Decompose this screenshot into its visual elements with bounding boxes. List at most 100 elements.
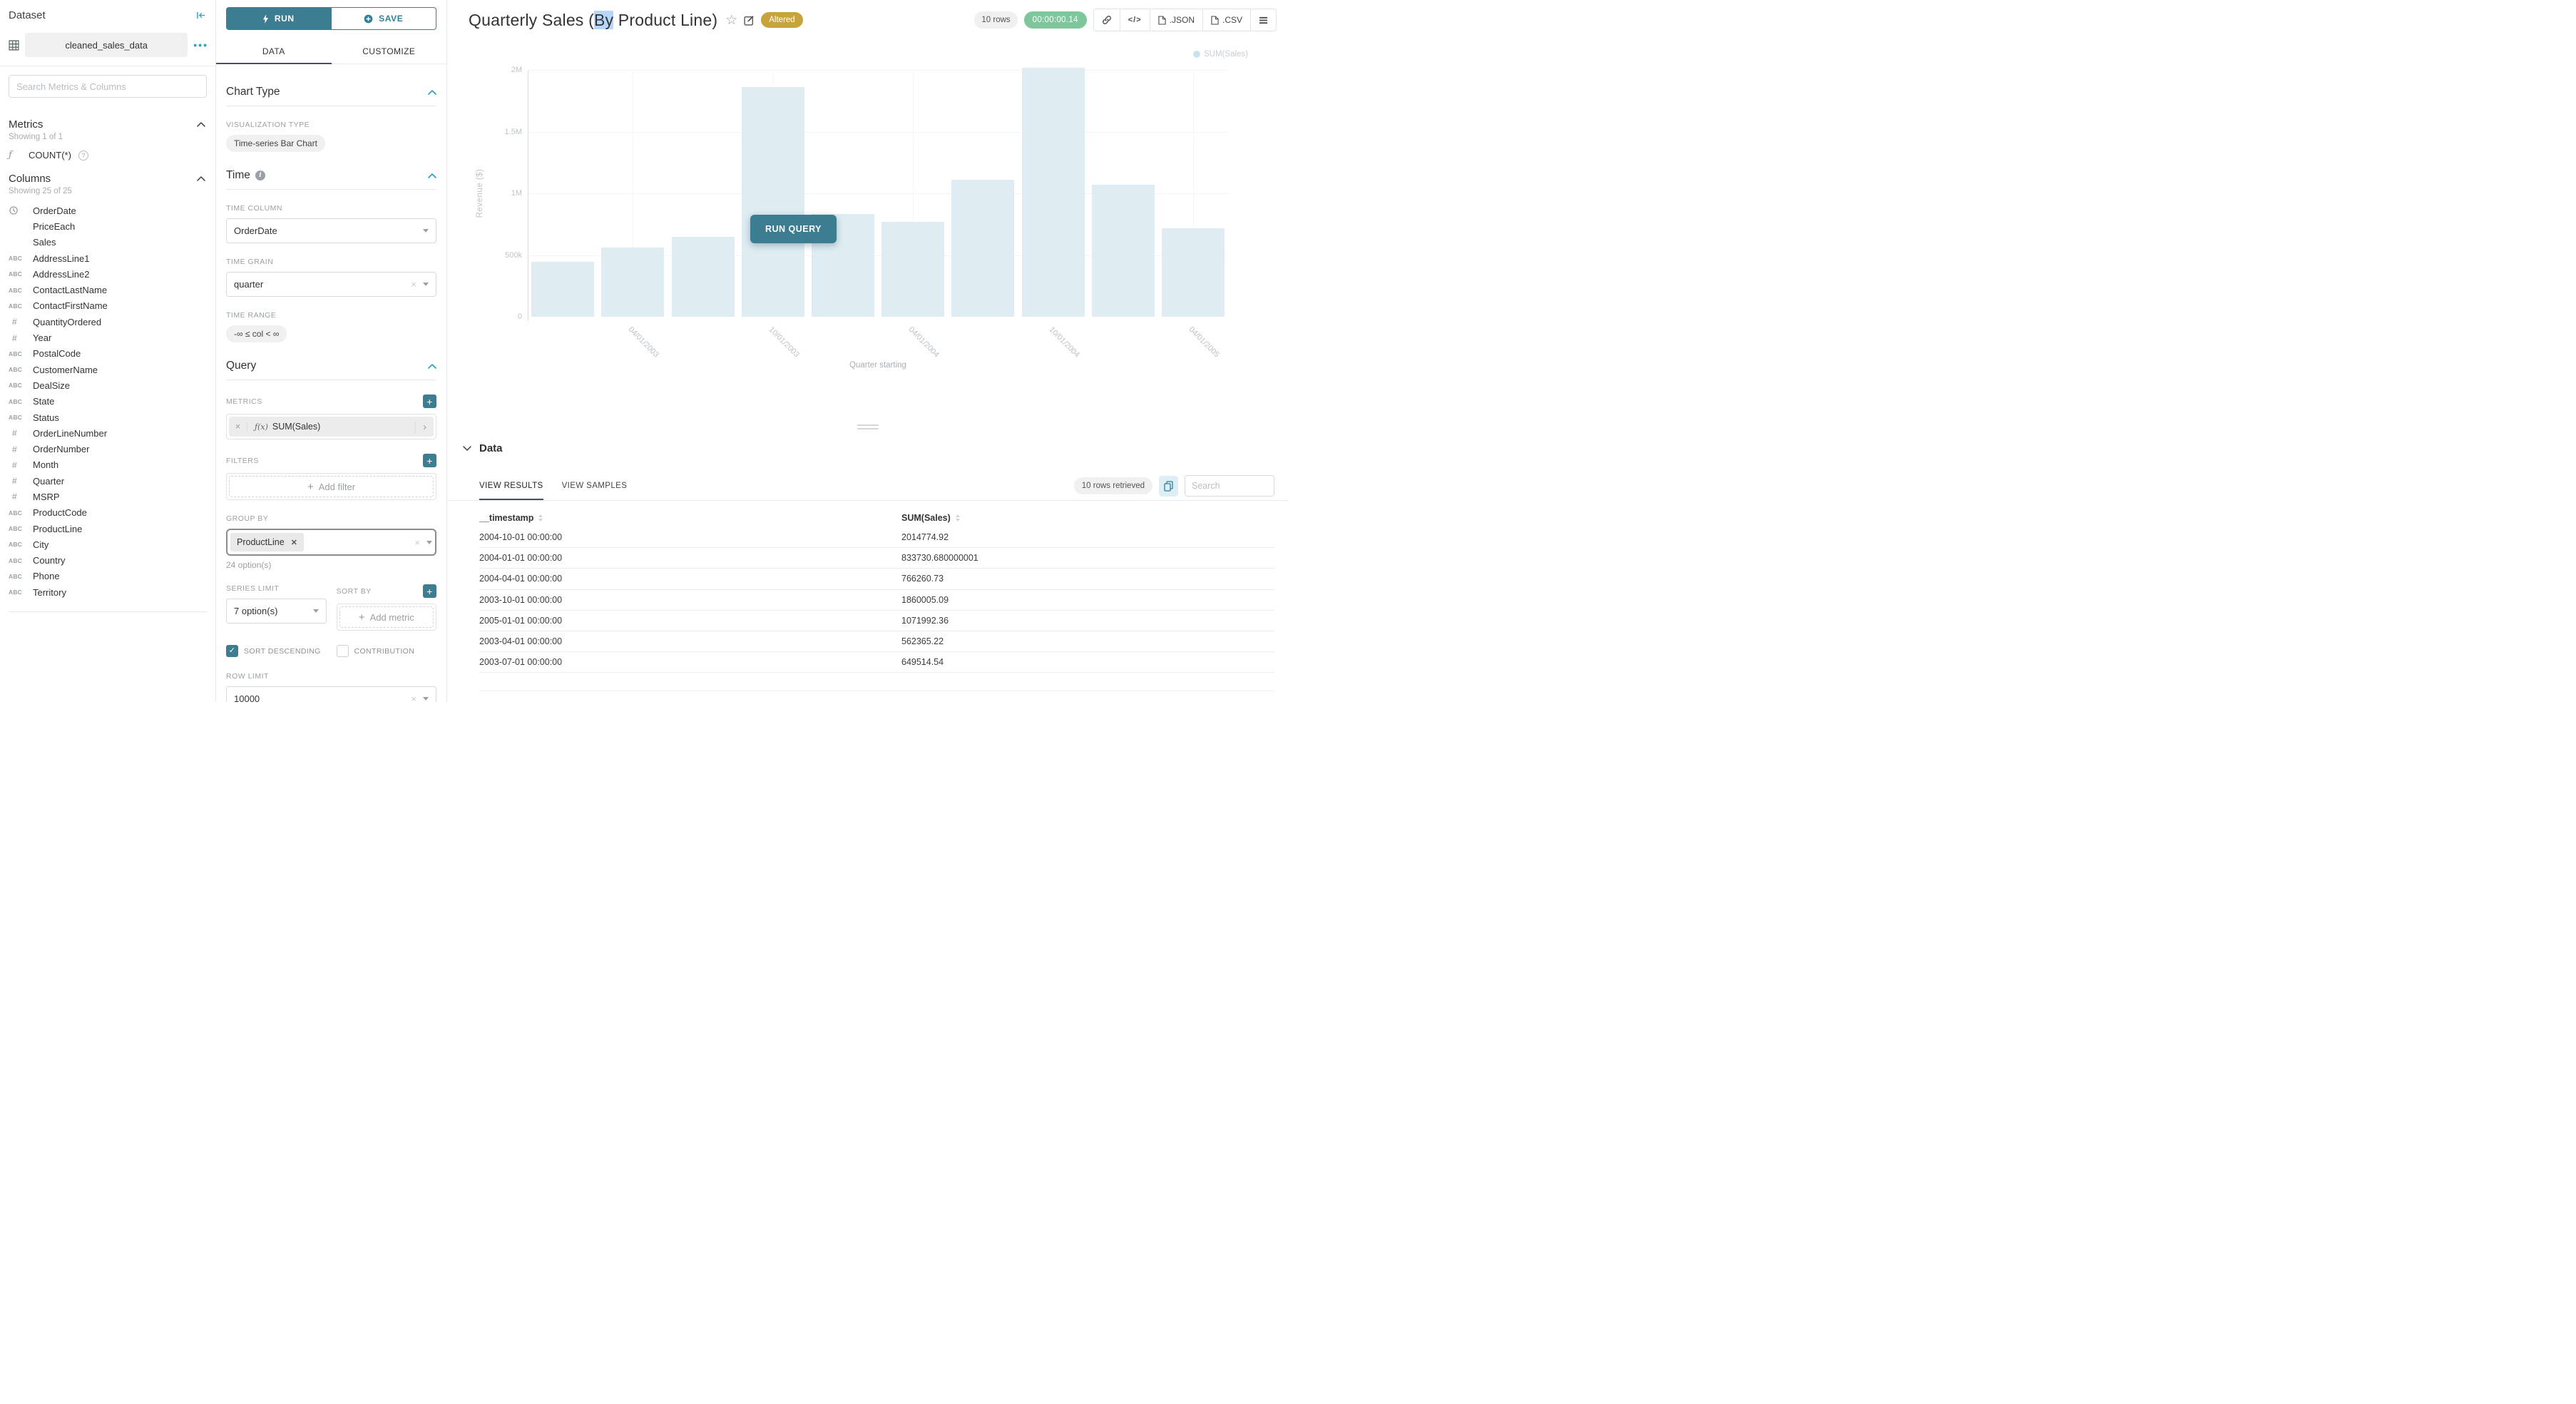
column-item[interactable]: ABCAddressLine1 bbox=[0, 250, 215, 266]
column-item[interactable]: ABCStatus bbox=[0, 410, 215, 425]
chevron-up-icon[interactable] bbox=[428, 364, 436, 369]
data-search-input[interactable] bbox=[1185, 475, 1274, 497]
dataset-selector[interactable]: cleaned_sales_data bbox=[25, 33, 188, 57]
plus-icon: + bbox=[359, 611, 365, 624]
metric-pill[interactable]: × ƒ(x) SUM(Sales) › bbox=[229, 417, 434, 437]
text-type-icon: ABC bbox=[9, 366, 33, 373]
time-section-title: Time bbox=[226, 169, 250, 182]
column-item[interactable]: #OrderNumber bbox=[0, 441, 215, 457]
chart-legend[interactable]: SUM(Sales) bbox=[1193, 50, 1248, 58]
chevron-down-icon[interactable] bbox=[463, 446, 471, 451]
numeric-type-icon: # bbox=[9, 460, 33, 470]
column-item[interactable]: ABCAddressLine2 bbox=[0, 266, 215, 282]
chevron-up-icon[interactable] bbox=[428, 173, 436, 178]
sort-descending-checkbox[interactable]: ✓ SORT DESCENDING bbox=[226, 645, 327, 658]
column-item[interactable]: OrderDate bbox=[0, 203, 215, 218]
tab-customize[interactable]: CUSTOMIZE bbox=[332, 40, 447, 63]
text-type-icon: ABC bbox=[9, 302, 33, 310]
chevron-up-icon[interactable] bbox=[197, 122, 205, 127]
column-item[interactable]: ABCProductLine bbox=[0, 521, 215, 536]
altered-badge[interactable]: Altered bbox=[761, 12, 802, 28]
numeric-type-icon: # bbox=[9, 476, 33, 486]
clear-icon[interactable]: × bbox=[411, 279, 416, 290]
run-query-button[interactable]: RUN QUERY bbox=[750, 215, 837, 243]
column-item[interactable]: ABCCity bbox=[0, 536, 215, 552]
group-by-chip[interactable]: ProductLine ✕ bbox=[230, 533, 304, 551]
export-json-button[interactable]: .JSON bbox=[1150, 9, 1202, 31]
column-item[interactable]: ABCState bbox=[0, 394, 215, 410]
column-item[interactable]: #MSRP bbox=[0, 489, 215, 504]
table-grid-icon bbox=[9, 40, 19, 51]
column-item[interactable]: ABCPhone bbox=[0, 569, 215, 584]
column-item[interactable]: #Month bbox=[0, 457, 215, 473]
column-item[interactable]: ABCDealSize bbox=[0, 377, 215, 393]
run-button[interactable]: RUN bbox=[226, 7, 331, 30]
sort-by-container: + Add metric bbox=[337, 604, 437, 631]
edit-title-icon[interactable] bbox=[744, 15, 755, 26]
add-filter-button[interactable]: + bbox=[423, 454, 436, 467]
contribution-checkbox[interactable]: ✓ CONTRIBUTION bbox=[337, 645, 437, 658]
chevron-up-icon[interactable] bbox=[428, 90, 436, 95]
search-metrics-columns-input[interactable] bbox=[9, 75, 207, 98]
bar bbox=[1022, 68, 1085, 317]
bolt-icon bbox=[262, 14, 269, 24]
chart-menu-button[interactable] bbox=[1250, 9, 1276, 31]
visualization-type-value[interactable]: Time-series Bar Chart bbox=[226, 135, 325, 152]
dataset-menu-icon[interactable]: ••• bbox=[193, 39, 208, 51]
remove-metric-icon[interactable]: × bbox=[229, 422, 247, 432]
column-item[interactable]: ABCPostalCode bbox=[0, 346, 215, 362]
chart-title: Quarterly Sales (By Product Line) bbox=[469, 11, 717, 30]
tab-data[interactable]: DATA bbox=[216, 40, 332, 64]
tab-view-samples[interactable]: VIEW SAMPLES bbox=[562, 482, 628, 500]
table-row: 2003-10-01 00:00:001860005.09 bbox=[479, 590, 1274, 611]
chevron-up-icon[interactable] bbox=[197, 176, 205, 181]
column-item[interactable]: #Year bbox=[0, 330, 215, 345]
series-limit-select[interactable]: 7 option(s) bbox=[226, 599, 327, 624]
column-item[interactable]: #Quarter bbox=[0, 473, 215, 489]
favorite-star-icon[interactable]: ☆ bbox=[725, 12, 737, 29]
copy-data-button[interactable] bbox=[1159, 476, 1178, 497]
column-header-timestamp[interactable]: __timestamp bbox=[479, 513, 901, 523]
clear-icon[interactable]: × bbox=[411, 693, 416, 702]
export-csv-button[interactable]: .CSV bbox=[1202, 9, 1250, 31]
bar-chart-plot: Quarter starting 0500k1M1.5M2M04/01/2003… bbox=[528, 70, 1228, 317]
column-item[interactable]: ABCProductCode bbox=[0, 505, 215, 521]
metric-item[interactable]: ƒ COUNT(*) ? bbox=[0, 141, 215, 161]
add-metric-button[interactable]: + bbox=[423, 395, 436, 408]
copy-link-button[interactable] bbox=[1094, 9, 1120, 31]
time-column-select[interactable]: OrderDate bbox=[226, 218, 436, 243]
column-name: Quarter bbox=[33, 476, 64, 487]
column-item[interactable]: ABCContactFirstName bbox=[0, 298, 215, 314]
column-item[interactable]: #OrderLineNumber bbox=[0, 425, 215, 441]
add-filter-dropzone[interactable]: + Add filter bbox=[229, 476, 434, 497]
add-sort-metric-dropzone[interactable]: + Add metric bbox=[339, 606, 434, 628]
filters-label: FILTERS bbox=[226, 457, 259, 465]
time-grain-select[interactable]: quarter × bbox=[226, 272, 436, 297]
column-item[interactable]: PriceEach bbox=[0, 218, 215, 234]
add-sort-metric-button[interactable]: + bbox=[423, 584, 436, 598]
plus-icon: + bbox=[307, 481, 314, 493]
column-header-sum-sales[interactable]: SUM(Sales) bbox=[901, 513, 1274, 523]
embed-code-button[interactable]: </> bbox=[1120, 9, 1150, 31]
column-item[interactable]: Sales bbox=[0, 235, 215, 250]
save-button[interactable]: SAVE bbox=[331, 7, 437, 30]
group-by-select[interactable]: ProductLine ✕ × bbox=[226, 529, 436, 556]
chevron-down-icon bbox=[423, 229, 429, 233]
collapse-panel-icon[interactable] bbox=[196, 11, 205, 19]
clear-icon[interactable]: × bbox=[414, 537, 420, 548]
column-item[interactable]: ABCTerritory bbox=[0, 584, 215, 600]
column-item[interactable]: ABCCountry bbox=[0, 553, 215, 569]
column-item[interactable]: ABCContactLastName bbox=[0, 282, 215, 297]
column-item[interactable]: ABCCustomerName bbox=[0, 362, 215, 377]
numeric-type-icon: # bbox=[9, 333, 33, 343]
panel-resize-handle[interactable] bbox=[854, 419, 881, 434]
row-limit-select[interactable]: 10000 × bbox=[226, 686, 436, 702]
time-range-value[interactable]: -∞ ≤ col < ∞ bbox=[226, 325, 287, 342]
chevron-right-icon[interactable]: › bbox=[415, 421, 434, 433]
column-item[interactable]: #QuantityOrdered bbox=[0, 314, 215, 330]
text-type-icon: ABC bbox=[9, 573, 33, 580]
remove-chip-icon[interactable]: ✕ bbox=[291, 538, 297, 547]
tab-view-results[interactable]: VIEW RESULTS bbox=[479, 482, 543, 500]
dataset-panel: Dataset cleaned_sales_data ••• Metrics S… bbox=[0, 0, 216, 702]
column-name: QuantityOrdered bbox=[33, 317, 101, 327]
